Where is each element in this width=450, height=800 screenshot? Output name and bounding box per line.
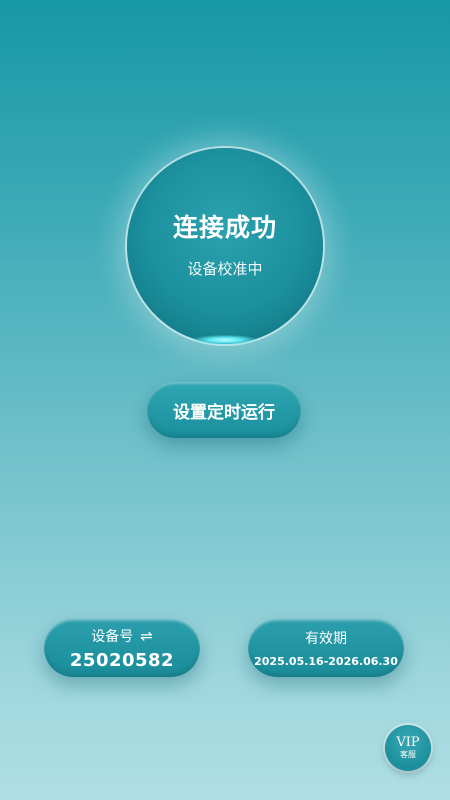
vip-customer-service-button[interactable]: VIP 客服 [385, 725, 431, 771]
validity-value: 2025.05.16-2026.06.30 [254, 655, 398, 668]
vip-label: VIP [396, 735, 420, 750]
connection-status-circle: 连接成功 设备校准中 [127, 148, 323, 344]
bottom-navigation-strip [0, 790, 450, 800]
set-timer-button[interactable]: 设置定时运行 [147, 382, 301, 438]
device-number-header: 设备号 ⇌ [91, 626, 153, 646]
swap-icon[interactable]: ⇌ [140, 627, 153, 645]
connection-status-subtitle: 设备校准中 [187, 259, 263, 278]
validity-card: 有效期 2025.05.16-2026.06.30 [248, 619, 404, 677]
device-number-value: 25020582 [69, 649, 175, 671]
customer-service-label: 客服 [400, 750, 416, 759]
connection-status-title: 连接成功 [172, 212, 277, 242]
device-number-label: 设备号 [91, 628, 134, 645]
status-glow-indicator [193, 335, 257, 345]
validity-label: 有效期 [305, 631, 347, 647]
device-number-card[interactable]: 设备号 ⇌ 25020582 [44, 619, 200, 677]
